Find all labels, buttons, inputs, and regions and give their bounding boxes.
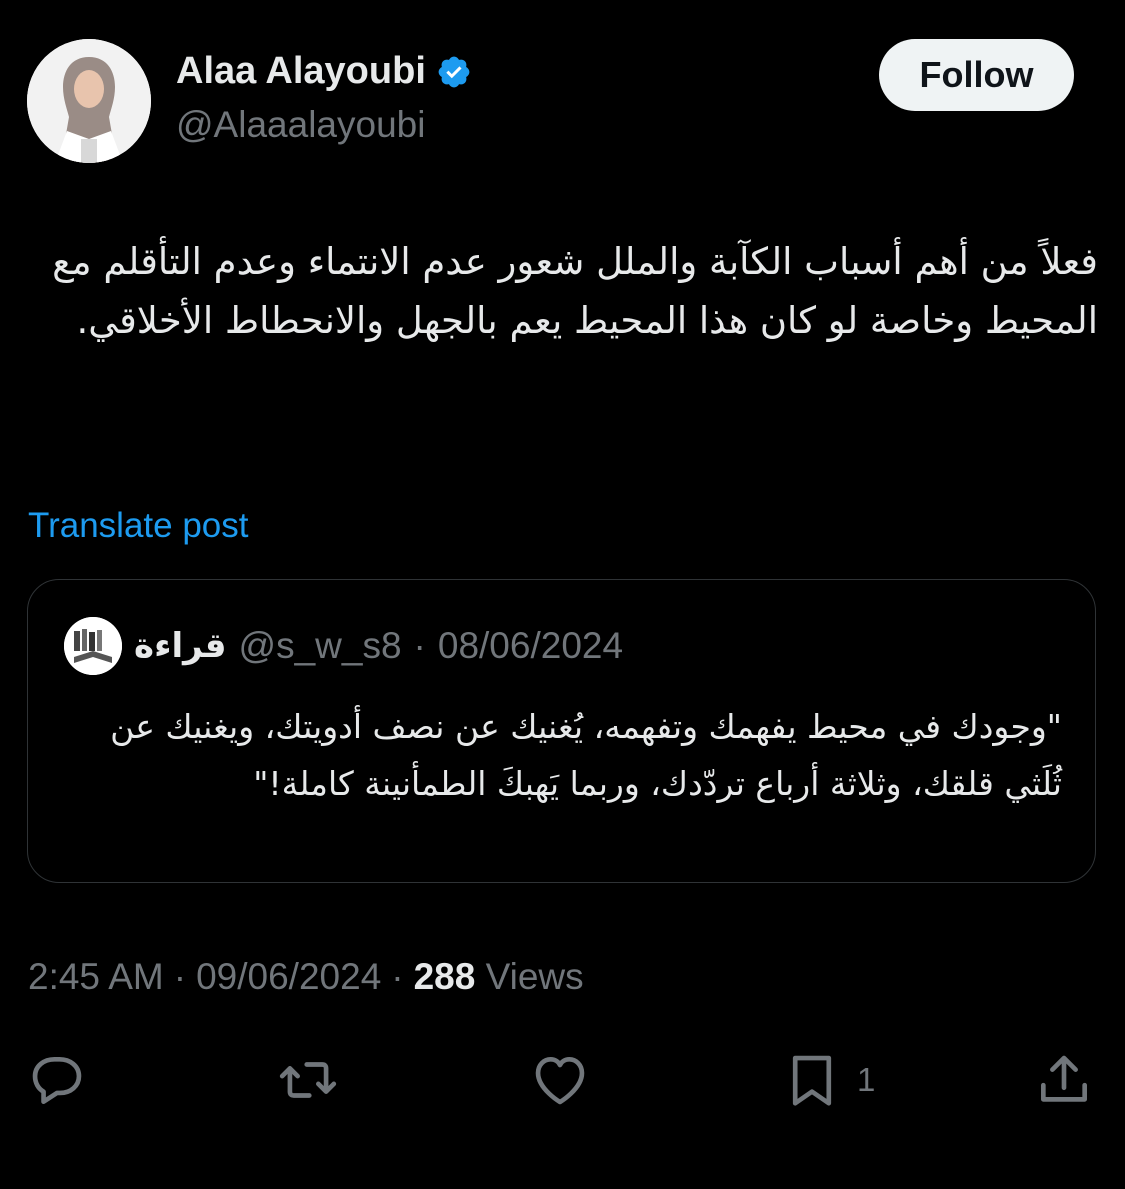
post-time[interactable]: 2:45 AM	[28, 956, 164, 998]
books-icon	[64, 617, 122, 675]
reply-icon	[32, 1057, 82, 1105]
bookmark-button[interactable]: 1	[781, 1045, 875, 1115]
quoted-author-name: قراءة	[134, 626, 227, 666]
author-avatar[interactable]	[27, 39, 151, 163]
bookmark-icon	[792, 1055, 832, 1106]
quoted-post-header: قراءة @s_w_s8 · 08/06/2024	[64, 616, 623, 676]
verified-badge-icon	[436, 54, 472, 90]
views-label: Views	[485, 956, 584, 997]
post-metadata: 2:45 AM · 09/06/2024 · 288 Views	[28, 956, 584, 998]
translate-post-link[interactable]: Translate post	[28, 506, 248, 546]
post-text: فعلاً من أهم أسباب الكآبة والملل شعور عد…	[52, 240, 1098, 342]
post-header: Alaa Alayoubi @Alaaalayoubi Follow	[0, 0, 1125, 180]
share-button[interactable]	[1033, 1045, 1095, 1115]
reply-button[interactable]	[26, 1045, 102, 1115]
repost-icon	[279, 1062, 337, 1098]
quoted-post-date: 08/06/2024	[437, 625, 624, 666]
share-icon	[1041, 1055, 1087, 1102]
quoted-author-avatar	[64, 617, 122, 675]
avatar-photo-icon	[27, 39, 151, 163]
meta-separator: ·	[173, 956, 187, 997]
post-date[interactable]: 09/06/2024	[196, 956, 381, 998]
author-name-row: Alaa Alayoubi	[176, 50, 472, 93]
author-display-name[interactable]: Alaa Alayoubi	[176, 50, 426, 93]
heart-icon	[535, 1057, 585, 1105]
action-bar: 1	[0, 1045, 1125, 1115]
author-handle[interactable]: @Alaaalayoubi	[176, 104, 425, 146]
meta-separator: ·	[391, 956, 404, 997]
quoted-separator: ·	[413, 625, 426, 666]
quoted-post[interactable]: قراءة @s_w_s8 · 08/06/2024 "وجودك في محي…	[27, 579, 1096, 883]
views-count: 288	[413, 956, 476, 997]
quoted-post-text: "وجودك في محيط يفهمك وتفهمه، يُغنيك عن ن…	[110, 707, 1062, 803]
like-button[interactable]	[529, 1045, 605, 1115]
follow-button[interactable]: Follow	[879, 39, 1074, 111]
repost-button[interactable]	[277, 1045, 353, 1115]
bookmark-count: 1	[857, 1061, 876, 1098]
quoted-author-handle: @s_w_s8	[238, 625, 402, 666]
